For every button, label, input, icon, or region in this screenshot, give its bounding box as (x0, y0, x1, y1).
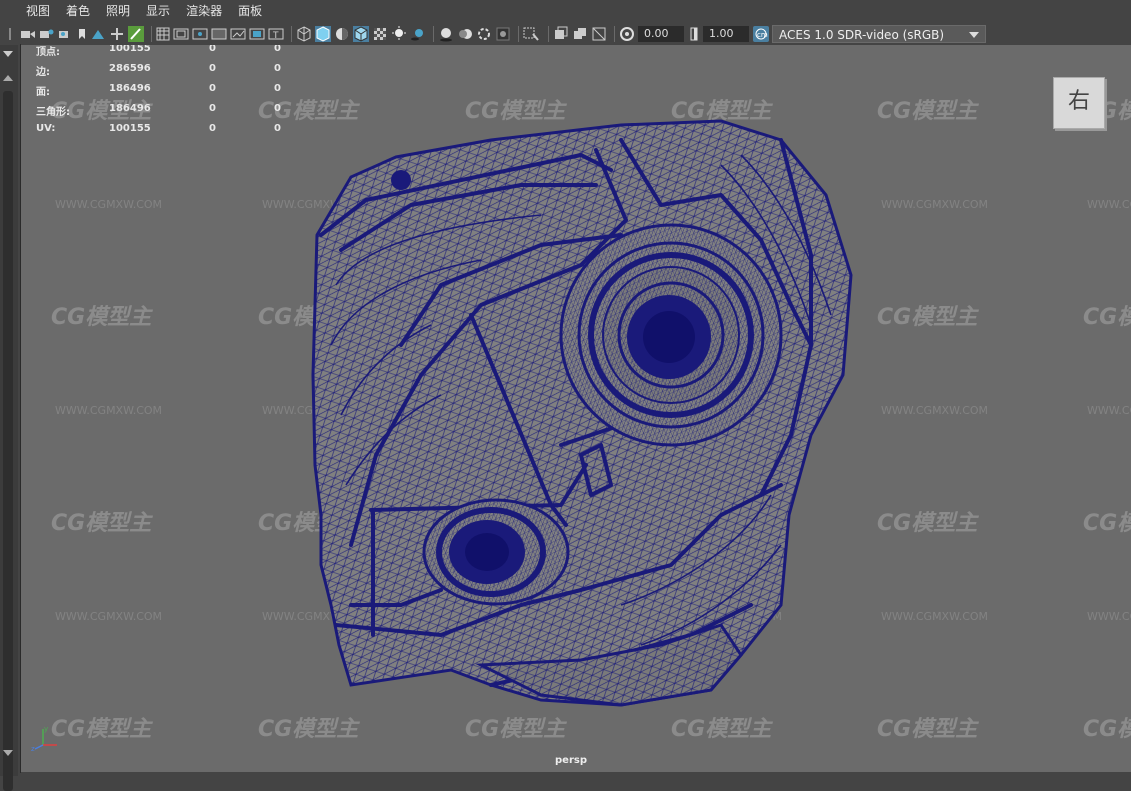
stats-label: 三角形: (36, 107, 70, 118)
exposure-icon[interactable] (619, 26, 635, 42)
menu-shading[interactable]: 着色 (58, 0, 98, 22)
view-cube[interactable]: 右 (1053, 77, 1105, 129)
motion-blur-icon[interactable] (457, 26, 473, 42)
xray-joints-icon[interactable] (591, 26, 607, 42)
safe-title-icon[interactable]: T (268, 26, 284, 42)
lighting-icon[interactable] (391, 25, 407, 42)
toolbar-grip (0, 26, 20, 42)
shadows-icon[interactable] (410, 26, 426, 42)
smooth-shade-icon[interactable] (315, 25, 331, 42)
camera-name-label: persp (555, 755, 587, 766)
stats-row-faces: 面: 186496 0 0 (36, 83, 336, 103)
stats-value: 0 (209, 83, 216, 94)
axis-gizmo: y z (31, 725, 57, 753)
move-2d-icon[interactable] (109, 26, 125, 42)
grease-pencil-icon[interactable] (128, 25, 144, 42)
field-chart-icon[interactable] (230, 26, 246, 42)
svg-text:T: T (272, 31, 279, 41)
scroll-up-icon[interactable] (3, 75, 13, 81)
stats-value: 0 (209, 103, 216, 114)
menu-show[interactable]: 显示 (138, 0, 178, 22)
xray-icon[interactable] (553, 26, 569, 42)
gamma-value-field[interactable]: 1.00 (703, 25, 749, 42)
svg-text:y: y (44, 725, 48, 733)
toolbar-separator (433, 25, 434, 42)
wireframe-on-shaded-icon[interactable] (353, 25, 369, 42)
stats-row-edges: 边: 286596 0 0 (36, 63, 336, 83)
wireframe-icon[interactable] (296, 25, 312, 42)
xray-active-icon[interactable] (572, 26, 588, 42)
camera-select-icon[interactable] (20, 26, 36, 42)
stats-value: 0 (274, 63, 281, 74)
screen-ambient-occlusion-icon[interactable] (438, 26, 454, 42)
menu-lighting[interactable]: 照明 (98, 0, 138, 22)
stats-value: 0 (274, 123, 281, 134)
stats-value: 0 (209, 123, 216, 134)
stats-row-uvs: UV: 100155 0 0 (36, 123, 336, 143)
camera-lock-icon[interactable] (39, 26, 55, 42)
viewport-persp[interactable]: CG模型主CG模型主CG模型主CG模型主CG模型主CG模型主CG模型主CG模型主… (21, 45, 1131, 772)
stats-row-vertices: 顶点: 100155 0 0 (36, 45, 336, 63)
toolbar-separator (518, 25, 519, 42)
depth-of-field-icon[interactable] (495, 26, 511, 42)
stats-value: 186496 (109, 103, 151, 114)
chevron-down-icon[interactable] (3, 51, 13, 57)
menu-renderer[interactable]: 渲染器 (178, 0, 230, 22)
textured-icon[interactable] (372, 26, 388, 42)
stats-value: 100155 (109, 123, 151, 134)
stats-label: 面: (36, 87, 50, 98)
toolbar-separator (548, 25, 549, 42)
menu-panels[interactable]: 面板 (230, 0, 270, 22)
grid-icon[interactable] (156, 26, 170, 42)
stats-value: 0 (274, 45, 281, 54)
stats-value: 100155 (109, 45, 151, 54)
menu-bar: 视图 着色 照明 显示 渲染器 面板 (0, 0, 1131, 22)
gate-mask-icon[interactable] (211, 26, 227, 42)
stats-value: 186496 (109, 83, 151, 94)
toolbar-separator (614, 25, 615, 42)
stats-value: 0 (209, 45, 216, 54)
menu-view[interactable]: 视图 (18, 0, 58, 22)
color-management-value: ACES 1.0 SDR-video (sRGB) (779, 27, 945, 42)
color-management-select[interactable]: ACES 1.0 SDR-video (sRGB) (772, 24, 986, 43)
menu-grip (0, 0, 18, 22)
panel-toolbar: T 0.00 1.00 cm ACES 1.0 SDR-video (sRGB) (0, 22, 1131, 45)
stats-label: 边: (36, 67, 50, 78)
scroll-down-icon[interactable] (3, 750, 13, 756)
default-material-icon[interactable] (334, 26, 350, 42)
film-gate-icon[interactable] (173, 26, 189, 42)
eye-large (559, 223, 783, 447)
camera-attr-icon[interactable] (58, 26, 74, 42)
svg-text:cm: cm (757, 31, 768, 39)
stats-value: 286596 (109, 63, 151, 74)
image-plane-icon[interactable] (90, 26, 106, 42)
color-management-icon[interactable]: cm (753, 25, 769, 42)
toolbar-separator (151, 25, 152, 42)
exposure-value-field[interactable]: 0.00 (638, 25, 684, 42)
stats-label: 顶点: (36, 47, 60, 58)
isolate-select-icon[interactable] (523, 26, 541, 42)
head-mesh-wireframe[interactable] (21, 45, 1131, 772)
stats-value: 0 (274, 103, 281, 114)
scrollbar-track[interactable] (3, 91, 13, 791)
stats-value: 0 (209, 63, 216, 74)
stats-row-triangles: 三角形: 186496 0 0 (36, 103, 336, 123)
poly-count-hud: 顶点: 100155 0 0 边: 286596 0 0 面: 186496 0… (36, 45, 336, 143)
toolbar-separator (291, 25, 292, 42)
bookmark-icon[interactable] (77, 26, 87, 42)
stats-label: UV: (36, 123, 56, 134)
gamma-icon[interactable] (688, 26, 700, 42)
svg-text:z: z (31, 745, 35, 753)
anti-aliasing-icon[interactable] (476, 26, 492, 42)
resolution-gate-icon[interactable] (192, 26, 208, 42)
stats-value: 0 (274, 83, 281, 94)
eye-small (422, 498, 570, 606)
chevron-down-icon[interactable] (969, 31, 979, 38)
left-tool-strip (0, 45, 18, 791)
safe-action-icon[interactable] (249, 26, 265, 42)
